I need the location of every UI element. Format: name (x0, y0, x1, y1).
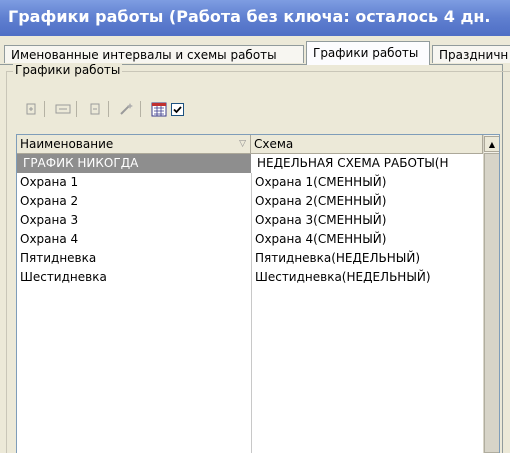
table-row[interactable]: ГРАФИК НИКОГДА НЕДЕЛЬНАЯ СХЕМА РАБОТЫ(Н (17, 154, 483, 173)
cell-scheme: НЕДЕЛЬНАЯ СХЕМА РАБОТЫ(Н (251, 154, 483, 173)
table-row[interactable]: Пятидневка Пятидневка(НЕДЕЛЬНЫЙ) (17, 249, 483, 268)
tab-named-intervals[interactable]: Именованные интервалы и схемы работы (4, 45, 304, 63)
cell-name: Охрана 2 (20, 194, 79, 208)
table-row[interactable]: Охрана 1 Охрана 1(СМЕННЫЙ) (17, 173, 483, 192)
toolbar-separator (44, 101, 45, 117)
scroll-thumb[interactable] (484, 153, 499, 453)
table-row[interactable]: Шестидневка Шестидневка(НЕДЕЛЬНЫЙ) (17, 268, 483, 287)
table-row[interactable]: Охрана 4 Охрана 4(СМЕННЫЙ) (17, 230, 483, 249)
sort-icon: ▽ (239, 139, 246, 149)
groupbox-legend: Графики работы (13, 63, 123, 77)
app-window: Графики работы (Работа без ключа: остало… (0, 0, 510, 453)
table-row[interactable]: Охрана 2 Охрана 2(СМЕННЫЙ) (17, 192, 483, 211)
tab-strip: Именованные интервалы и схемы работы Гра… (0, 38, 510, 65)
cell-scheme: Пятидневка(НЕДЕЛЬНЫЙ) (255, 251, 420, 265)
edit-icon[interactable] (52, 99, 74, 119)
column-header-name[interactable]: Наименование ▽ (17, 135, 251, 153)
toolbar-separator (76, 101, 77, 117)
add-icon[interactable] (20, 99, 42, 119)
column-header-scheme-label: Схема (254, 137, 294, 151)
cell-scheme: Шестидневка(НЕДЕЛЬНЫЙ) (255, 270, 431, 284)
scroll-up-arrow-icon[interactable]: ▲ (484, 136, 499, 152)
vertical-scrollbar[interactable]: ▲ (483, 135, 499, 453)
table-header: Наименование ▽ Схема (17, 135, 483, 154)
cell-name: Охрана 1 (20, 175, 79, 189)
cell-scheme: Охрана 4(СМЕННЫЙ) (255, 232, 387, 246)
cell-name: Охрана 3 (20, 213, 79, 227)
tab-holidays[interactable]: Праздничн (432, 45, 510, 63)
toolbar-separator (108, 101, 109, 117)
cell-scheme: Охрана 2(СМЕННЫЙ) (255, 194, 387, 208)
column-header-name-label: Наименование (20, 137, 114, 151)
schedules-table: Наименование ▽ Схема ГРАФИК НИКОГДА НЕДЕ… (16, 134, 500, 453)
table-row[interactable]: Охрана 3 Охрана 3(СМЕННЫЙ) (17, 211, 483, 230)
toolbar (14, 95, 214, 123)
show-checkbox[interactable] (166, 99, 188, 119)
table-body: ГРАФИК НИКОГДА НЕДЕЛЬНАЯ СХЕМА РАБОТЫ(Н … (17, 154, 483, 287)
title-bar[interactable]: Графики работы (Работа без ключа: остало… (0, 0, 510, 36)
window-title: Графики работы (Работа без ключа: остало… (8, 7, 491, 26)
cell-name: Шестидневка (20, 270, 107, 284)
cell-name: ГРАФИК НИКОГДА (17, 154, 251, 173)
column-header-scheme[interactable]: Схема (251, 135, 483, 153)
cell-name: Охрана 4 (20, 232, 79, 246)
cell-name: Пятидневка (20, 251, 97, 265)
remove-icon[interactable] (84, 99, 106, 119)
cell-scheme: Охрана 1(СМЕННЫЙ) (255, 175, 387, 189)
cell-scheme: Охрана 3(СМЕННЫЙ) (255, 213, 387, 227)
tab-work-schedules[interactable]: Графики работы (306, 41, 430, 65)
toolbar-separator (140, 101, 141, 117)
wizard-icon[interactable] (116, 99, 138, 119)
